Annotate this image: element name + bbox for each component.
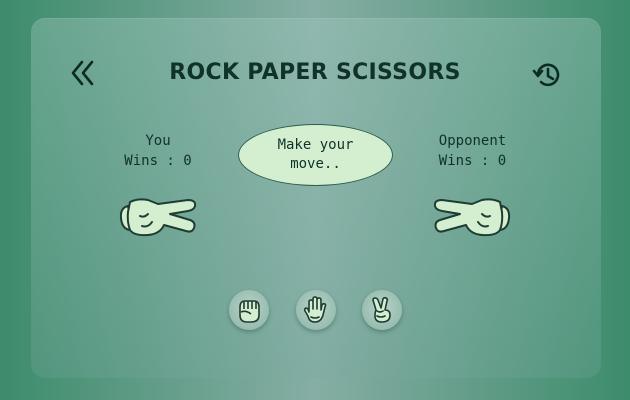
rock-button[interactable] bbox=[229, 290, 269, 330]
opponent-label: Opponent bbox=[438, 133, 507, 149]
double-chevron-left-icon[interactable] bbox=[68, 58, 98, 88]
player-wins: Wins : 0 bbox=[124, 153, 192, 169]
history-icon[interactable] bbox=[531, 59, 563, 91]
status-message: Make your move.. bbox=[277, 137, 354, 172]
scissors-button[interactable] bbox=[362, 290, 402, 330]
player-score: You Wins : 0 bbox=[113, 131, 203, 171]
peace-hand-icon bbox=[372, 296, 391, 323]
paper-button[interactable] bbox=[296, 290, 336, 330]
opponent-hand-scissors-icon bbox=[433, 198, 511, 237]
open-hand-icon bbox=[303, 296, 327, 323]
status-bubble: Make your move.. bbox=[238, 124, 393, 186]
opponent-wins: Wins : 0 bbox=[438, 153, 507, 169]
player-label: You bbox=[145, 133, 171, 149]
player-hand-scissors-icon bbox=[119, 198, 197, 237]
page-title: ROCK PAPER SCISSORS bbox=[169, 60, 461, 85]
opponent-score: Opponent Wins : 0 bbox=[425, 131, 520, 171]
fist-icon bbox=[239, 300, 260, 323]
